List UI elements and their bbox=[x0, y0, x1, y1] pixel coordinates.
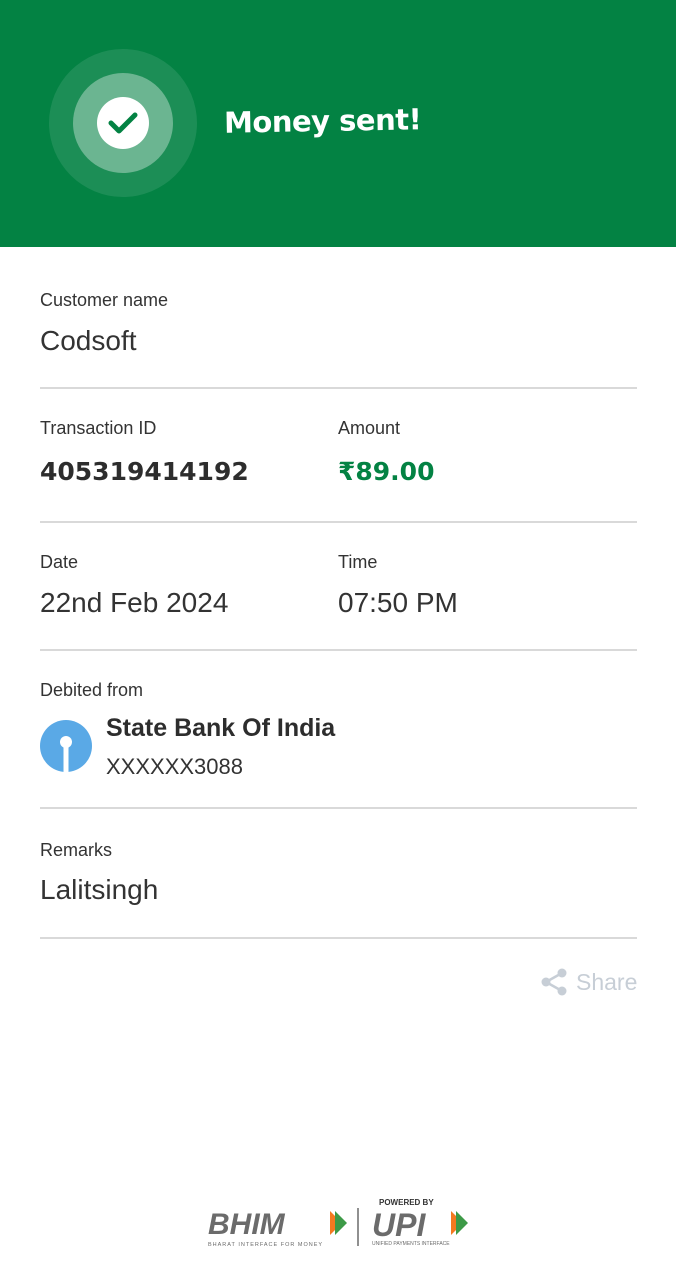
customer-name-label: Customer name bbox=[40, 290, 169, 310]
divider bbox=[40, 649, 637, 651]
check-circle-icon bbox=[97, 97, 149, 149]
divider bbox=[40, 807, 637, 809]
transaction-id-value: 405319414192 bbox=[40, 457, 249, 486]
customer-name-value: Codsoft bbox=[40, 325, 137, 356]
upi-logo-text: UPI bbox=[372, 1207, 426, 1243]
debited-from-label: Debited from bbox=[40, 680, 144, 700]
share-icon bbox=[541, 968, 567, 996]
remarks-value: Lalitsingh bbox=[40, 874, 159, 905]
powered-by-text: POWERED BY bbox=[379, 1198, 434, 1207]
upi-tagline: UNIFIED PAYMENTS INTERFACE bbox=[372, 1241, 450, 1247]
bank-name: State Bank Of India bbox=[106, 714, 336, 742]
bhim-tagline: BHARAT INTERFACE FOR MONEY bbox=[208, 1242, 323, 1248]
success-header: Money sent! bbox=[0, 0, 676, 247]
time-label: Time bbox=[338, 552, 378, 572]
date-value: 22nd Feb 2024 bbox=[40, 587, 229, 618]
divider bbox=[40, 521, 637, 523]
amount-value: ₹89.00 bbox=[338, 457, 435, 486]
checkmark-icon bbox=[108, 112, 138, 134]
bhim-logo-text: BHIM bbox=[208, 1208, 286, 1241]
amount-label: Amount bbox=[338, 418, 401, 438]
bank-account-number: XXXXXX3088 bbox=[106, 754, 243, 779]
remarks-label: Remarks bbox=[40, 840, 113, 860]
sbi-logo-icon bbox=[40, 720, 92, 772]
bhim-upi-logo: BHIM BHARAT INTERFACE FOR MONEY POWERED … bbox=[208, 1198, 468, 1248]
share-label: Share bbox=[576, 968, 638, 995]
page-title: Money sent! bbox=[223, 102, 422, 140]
time-value: 07:50 PM bbox=[338, 587, 458, 618]
share-button[interactable]: Share bbox=[540, 968, 637, 996]
divider bbox=[40, 387, 637, 389]
divider bbox=[40, 937, 637, 939]
date-label: Date bbox=[40, 552, 79, 572]
transaction-id-label: Transaction ID bbox=[40, 418, 157, 438]
